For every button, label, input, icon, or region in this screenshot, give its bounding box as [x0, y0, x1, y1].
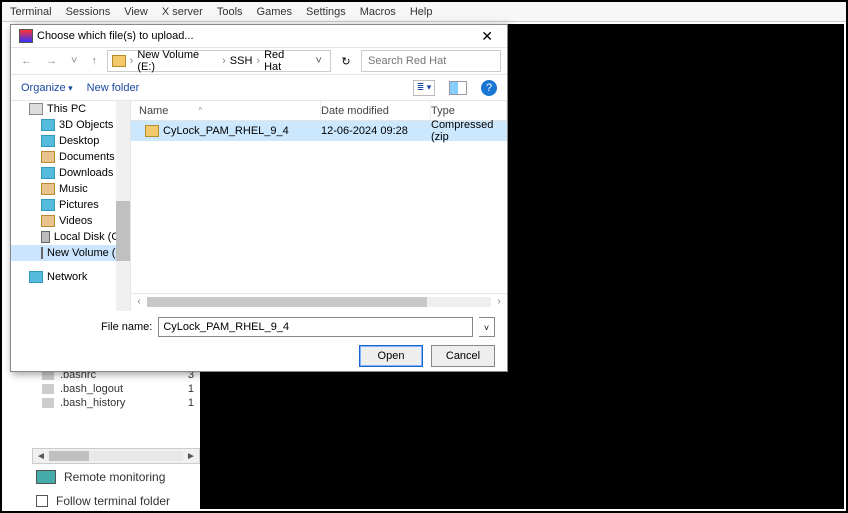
organize-button[interactable]: Organize	[21, 82, 73, 94]
sftp-panel: .bashrc3 .bash_logout1 .bash_history1 ◄►…	[32, 368, 200, 512]
menu-settings[interactable]: Settings	[306, 6, 346, 18]
menu-macros[interactable]: Macros	[360, 6, 396, 18]
crumb-dropdown[interactable]: ˅	[312, 55, 326, 67]
vertical-scrollbar[interactable]	[116, 101, 130, 311]
cube-icon	[41, 119, 55, 131]
menu-games[interactable]: Games	[257, 6, 292, 18]
cancel-button[interactable]: Cancel	[431, 345, 495, 367]
net-icon	[29, 271, 43, 283]
dl-icon	[41, 167, 55, 179]
filename-input[interactable]	[158, 317, 473, 337]
file-row[interactable]: CyLock_PAM_RHEL_9_412-06-2024 09:28Compr…	[131, 121, 507, 141]
tree-node[interactable]: Desktop	[11, 133, 130, 149]
menu-help[interactable]: Help	[410, 6, 433, 18]
filename-row: File name: ˅	[11, 311, 507, 337]
tree-node[interactable]: Pictures	[11, 197, 130, 213]
menu-sessions[interactable]: Sessions	[66, 6, 111, 18]
back-button[interactable]: ←	[17, 55, 36, 67]
tree-node[interactable]: 3D Objects	[11, 117, 130, 133]
list-item[interactable]: .bash_history1	[32, 396, 200, 410]
tree-node[interactable]: Music	[11, 181, 130, 197]
app-menubar[interactable]: Terminal Sessions View X server Tools Games Se…	[2, 2, 846, 22]
sort-indicator: ^	[168, 106, 202, 115]
tree-node[interactable]: Videos	[11, 213, 130, 229]
column-headers[interactable]: Name^ Date modified Type	[131, 101, 507, 121]
tree-node[interactable]: Downloads	[11, 165, 130, 181]
checkbox-icon	[36, 495, 48, 507]
pic-icon	[41, 199, 55, 211]
drv-icon	[41, 231, 50, 243]
breadcrumb[interactable]: ›New Volume (E:) ›SSH ›Red Hat ˅	[107, 50, 331, 72]
mus-icon	[41, 183, 55, 195]
preview-pane-button[interactable]	[449, 81, 467, 95]
tree-node[interactable]: Local Disk (C:)	[11, 229, 130, 245]
up-button[interactable]: ↑	[87, 55, 101, 67]
list-hscrollbar[interactable]: ‹›	[131, 293, 507, 309]
dialog-title: Choose which file(s) to upload...	[37, 30, 194, 42]
help-button[interactable]: ?	[481, 80, 497, 96]
toolbar: Organize New folder ≣ ▾ ?	[11, 75, 507, 101]
nav-row: ← → ˅ ↑ ›New Volume (E:) ›SSH ›Red Hat ˅…	[11, 47, 507, 75]
vid-icon	[41, 215, 55, 227]
horizontal-scrollbar[interactable]: ◄►	[32, 448, 200, 464]
monitor-icon	[36, 470, 56, 484]
pc-icon	[29, 103, 43, 115]
view-mode-button[interactable]: ≣ ▾	[413, 80, 435, 96]
menu-view[interactable]: View	[124, 6, 148, 18]
list-item[interactable]: .bash_logout1	[32, 382, 200, 396]
file-icon	[42, 384, 54, 394]
menu-terminal[interactable]: Terminal	[10, 6, 52, 18]
remote-monitoring[interactable]: Remote monitoring	[32, 464, 200, 490]
file-icon	[42, 398, 54, 408]
file-open-dialog: Choose which file(s) to upload... ✕ ← → …	[10, 24, 508, 372]
chevron-down-icon[interactable]: ˅	[67, 55, 81, 67]
menu-x-server[interactable]: X server	[162, 6, 203, 18]
close-button[interactable]: ✕	[475, 28, 499, 45]
new-folder-button[interactable]: New folder	[87, 82, 140, 94]
filename-dropdown[interactable]: ˅	[479, 317, 495, 337]
open-button[interactable]: Open	[359, 345, 423, 367]
refresh-button[interactable]: ↻	[337, 55, 355, 68]
folder-tree[interactable]: This PC3D ObjectsDesktopDocumentsDownloa…	[11, 101, 131, 311]
filename-label: File name:	[101, 321, 152, 333]
menu-tools[interactable]: Tools	[217, 6, 243, 18]
search-input[interactable]	[361, 50, 501, 72]
desk-icon	[41, 135, 55, 147]
tree-node[interactable]: Documents	[11, 149, 130, 165]
folder-icon	[112, 55, 126, 67]
tree-node[interactable]: New Volume (E:)	[11, 245, 130, 261]
tree-node[interactable]: Network	[11, 269, 130, 285]
zip-icon	[145, 125, 159, 137]
forward-button[interactable]: →	[42, 55, 61, 67]
doc-icon	[41, 151, 55, 163]
tree-node[interactable]: This PC	[11, 101, 130, 117]
follow-terminal-checkbox[interactable]: Follow terminal folder	[32, 490, 200, 512]
app-icon	[19, 29, 33, 43]
dialog-titlebar[interactable]: Choose which file(s) to upload... ✕	[11, 25, 507, 47]
drv-icon	[41, 247, 43, 259]
file-list: Name^ Date modified Type CyLock_PAM_RHEL…	[131, 101, 507, 311]
